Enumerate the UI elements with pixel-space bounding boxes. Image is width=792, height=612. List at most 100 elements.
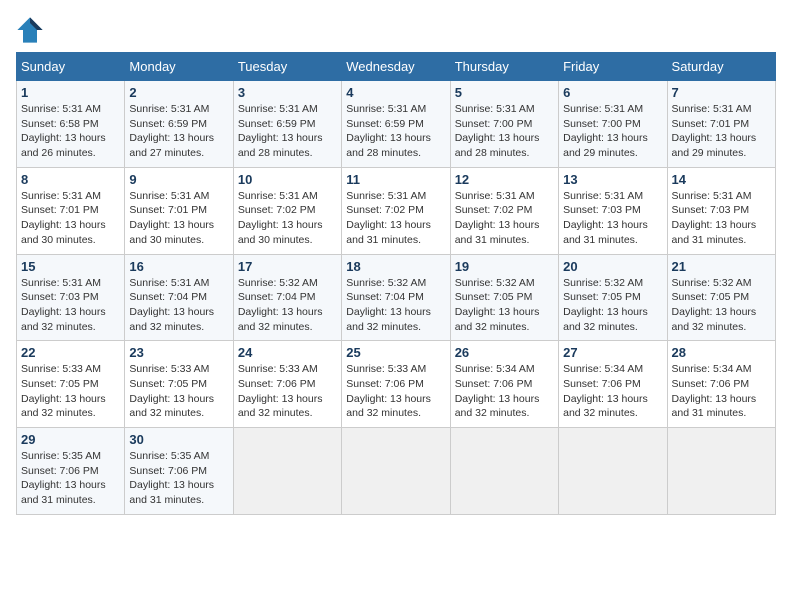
day-number: 14: [672, 172, 771, 187]
day-number: 5: [455, 85, 554, 100]
day-detail: Sunrise: 5:33 AM Sunset: 7:05 PM Dayligh…: [21, 362, 120, 421]
day-number: 30: [129, 432, 228, 447]
day-number: 27: [563, 345, 662, 360]
day-detail: Sunrise: 5:31 AM Sunset: 7:01 PM Dayligh…: [21, 189, 120, 248]
day-number: 29: [21, 432, 120, 447]
day-number: 28: [672, 345, 771, 360]
calendar-body: 1Sunrise: 5:31 AM Sunset: 6:58 PM Daylig…: [17, 81, 776, 515]
calendar-cell: 1Sunrise: 5:31 AM Sunset: 6:58 PM Daylig…: [17, 81, 125, 168]
day-number: 19: [455, 259, 554, 274]
day-detail: Sunrise: 5:31 AM Sunset: 7:01 PM Dayligh…: [129, 189, 228, 248]
day-number: 21: [672, 259, 771, 274]
calendar-cell: 9 Sunrise: 5:31 AM Sunset: 7:01 PM Daylig…: [125, 167, 233, 254]
weekday-monday: Monday: [125, 53, 233, 81]
week-row-3: 15 Sunrise: 5:31 AM Sunset: 7:03 PM Dayli…: [17, 254, 776, 341]
day-detail: Sunrise: 5:31 AM Sunset: 7:04 PM Dayligh…: [129, 276, 228, 335]
calendar-cell: 7 Sunrise: 5:31 AM Sunset: 7:01 PM Daylig…: [667, 81, 775, 168]
day-detail: Sunrise: 5:31 AM Sunset: 7:02 PM Dayligh…: [346, 189, 445, 248]
calendar-cell: 8 Sunrise: 5:31 AM Sunset: 7:01 PM Daylig…: [17, 167, 125, 254]
day-number: 4: [346, 85, 445, 100]
day-number: 1: [21, 85, 120, 100]
calendar-cell: 18 Sunrise: 5:32 AM Sunset: 7:04 PM Dayli…: [342, 254, 450, 341]
day-number: 12: [455, 172, 554, 187]
calendar-cell: 4 Sunrise: 5:31 AM Sunset: 6:59 PM Daylig…: [342, 81, 450, 168]
day-detail: Sunrise: 5:31 AM Sunset: 7:02 PM Dayligh…: [455, 189, 554, 248]
weekday-friday: Friday: [559, 53, 667, 81]
day-number: 10: [238, 172, 337, 187]
calendar-table: SundayMondayTuesdayWednesdayThursdayFrid…: [16, 52, 776, 515]
day-number: 16: [129, 259, 228, 274]
day-detail: Sunrise: 5:31 AM Sunset: 7:02 PM Dayligh…: [238, 189, 337, 248]
calendar-cell: 21 Sunrise: 5:32 AM Sunset: 7:05 PM Dayli…: [667, 254, 775, 341]
day-number: 7: [672, 85, 771, 100]
day-detail: Sunrise: 5:33 AM Sunset: 7:06 PM Dayligh…: [238, 362, 337, 421]
day-detail: Sunrise: 5:31 AM Sunset: 7:03 PM Dayligh…: [563, 189, 662, 248]
logo: [16, 16, 48, 44]
day-number: 8: [21, 172, 120, 187]
calendar-cell: 28 Sunrise: 5:34 AM Sunset: 7:06 PM Dayli…: [667, 341, 775, 428]
day-detail: Sunrise: 5:32 AM Sunset: 7:04 PM Dayligh…: [238, 276, 337, 335]
calendar-cell: 13 Sunrise: 5:31 AM Sunset: 7:03 PM Dayli…: [559, 167, 667, 254]
calendar-cell: 14Sunrise: 5:31 AM Sunset: 7:03 PM Dayli…: [667, 167, 775, 254]
calendar-cell: 15 Sunrise: 5:31 AM Sunset: 7:03 PM Dayli…: [17, 254, 125, 341]
day-detail: Sunrise: 5:31 AM Sunset: 7:03 PM Dayligh…: [21, 276, 120, 335]
day-detail: Sunrise: 5:35 AM Sunset: 7:06 PM Dayligh…: [129, 449, 228, 508]
day-number: 6: [563, 85, 662, 100]
calendar-cell: 10 Sunrise: 5:31 AM Sunset: 7:02 PM Dayli…: [233, 167, 341, 254]
week-row-5: 29 Sunrise: 5:35 AM Sunset: 7:06 PM Dayli…: [17, 428, 776, 515]
calendar-cell: 24 Sunrise: 5:33 AM Sunset: 7:06 PM Dayli…: [233, 341, 341, 428]
day-detail: Sunrise: 5:32 AM Sunset: 7:05 PM Dayligh…: [563, 276, 662, 335]
day-detail: Sunrise: 5:31 AM Sunset: 6:59 PM Dayligh…: [238, 102, 337, 161]
day-detail: Sunrise: 5:32 AM Sunset: 7:05 PM Dayligh…: [455, 276, 554, 335]
calendar-cell: 30 Sunrise: 5:35 AM Sunset: 7:06 PM Dayli…: [125, 428, 233, 515]
day-detail: Sunrise: 5:31 AM Sunset: 6:59 PM Dayligh…: [346, 102, 445, 161]
day-detail: Sunrise: 5:32 AM Sunset: 7:04 PM Dayligh…: [346, 276, 445, 335]
day-number: 22: [21, 345, 120, 360]
day-number: 15: [21, 259, 120, 274]
calendar-cell: 22 Sunrise: 5:33 AM Sunset: 7:05 PM Dayli…: [17, 341, 125, 428]
day-detail: Sunrise: 5:34 AM Sunset: 7:06 PM Dayligh…: [672, 362, 771, 421]
day-number: 13: [563, 172, 662, 187]
calendar-cell: [342, 428, 450, 515]
weekday-thursday: Thursday: [450, 53, 558, 81]
day-detail: Sunrise: 5:34 AM Sunset: 7:06 PM Dayligh…: [563, 362, 662, 421]
day-number: 9: [129, 172, 228, 187]
day-number: 2: [129, 85, 228, 100]
weekday-header: SundayMondayTuesdayWednesdayThursdayFrid…: [17, 53, 776, 81]
calendar-cell: 16 Sunrise: 5:31 AM Sunset: 7:04 PM Dayli…: [125, 254, 233, 341]
day-detail: Sunrise: 5:31 AM Sunset: 7:01 PM Dayligh…: [672, 102, 771, 161]
calendar-cell: 26Sunrise: 5:34 AM Sunset: 7:06 PM Dayli…: [450, 341, 558, 428]
day-detail: Sunrise: 5:32 AM Sunset: 7:05 PM Dayligh…: [672, 276, 771, 335]
day-number: 3: [238, 85, 337, 100]
weekday-wednesday: Wednesday: [342, 53, 450, 81]
calendar-cell: 29 Sunrise: 5:35 AM Sunset: 7:06 PM Dayli…: [17, 428, 125, 515]
day-detail: Sunrise: 5:31 AM Sunset: 7:00 PM Dayligh…: [455, 102, 554, 161]
calendar-cell: 25 Sunrise: 5:33 AM Sunset: 7:06 PM Dayli…: [342, 341, 450, 428]
weekday-sunday: Sunday: [17, 53, 125, 81]
day-number: 20: [563, 259, 662, 274]
day-number: 17: [238, 259, 337, 274]
calendar-cell: [450, 428, 558, 515]
day-detail: Sunrise: 5:33 AM Sunset: 7:05 PM Dayligh…: [129, 362, 228, 421]
day-detail: Sunrise: 5:31 AM Sunset: 7:00 PM Dayligh…: [563, 102, 662, 161]
calendar-cell: 23 Sunrise: 5:33 AM Sunset: 7:05 PM Dayli…: [125, 341, 233, 428]
week-row-1: 1Sunrise: 5:31 AM Sunset: 6:58 PM Daylig…: [17, 81, 776, 168]
day-number: 25: [346, 345, 445, 360]
day-detail: Sunrise: 5:35 AM Sunset: 7:06 PM Dayligh…: [21, 449, 120, 508]
day-number: 24: [238, 345, 337, 360]
weekday-tuesday: Tuesday: [233, 53, 341, 81]
calendar-cell: 17 Sunrise: 5:32 AM Sunset: 7:04 PM Dayli…: [233, 254, 341, 341]
calendar-cell: 5 Sunrise: 5:31 AM Sunset: 7:00 PM Daylig…: [450, 81, 558, 168]
day-detail: Sunrise: 5:33 AM Sunset: 7:06 PM Dayligh…: [346, 362, 445, 421]
day-number: 18: [346, 259, 445, 274]
day-number: 11: [346, 172, 445, 187]
calendar-cell: 11 Sunrise: 5:31 AM Sunset: 7:02 PM Dayli…: [342, 167, 450, 254]
calendar-cell: 3 Sunrise: 5:31 AM Sunset: 6:59 PM Daylig…: [233, 81, 341, 168]
calendar-cell: 6 Sunrise: 5:31 AM Sunset: 7:00 PM Daylig…: [559, 81, 667, 168]
week-row-2: 8 Sunrise: 5:31 AM Sunset: 7:01 PM Daylig…: [17, 167, 776, 254]
week-row-4: 22 Sunrise: 5:33 AM Sunset: 7:05 PM Dayli…: [17, 341, 776, 428]
logo-icon: [16, 16, 44, 44]
calendar-cell: 20 Sunrise: 5:32 AM Sunset: 7:05 PM Dayli…: [559, 254, 667, 341]
day-number: 23: [129, 345, 228, 360]
calendar-cell: [233, 428, 341, 515]
